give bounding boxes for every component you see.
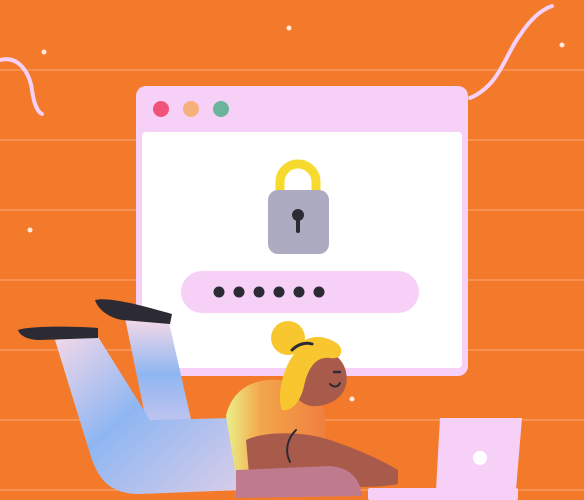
security-illustration (0, 0, 584, 500)
password-field (181, 271, 419, 313)
laptop-base (368, 488, 518, 500)
padlock-keyhole-slot (296, 216, 300, 233)
illustration-canvas (0, 0, 584, 500)
window-close-dot (153, 101, 169, 117)
hair-bun (271, 321, 305, 355)
window-maximize-dot (213, 101, 229, 117)
window-minimize-dot (183, 101, 199, 117)
flat-shoe (18, 326, 98, 340)
laptop-logo (473, 451, 487, 465)
body-lower (236, 466, 362, 498)
